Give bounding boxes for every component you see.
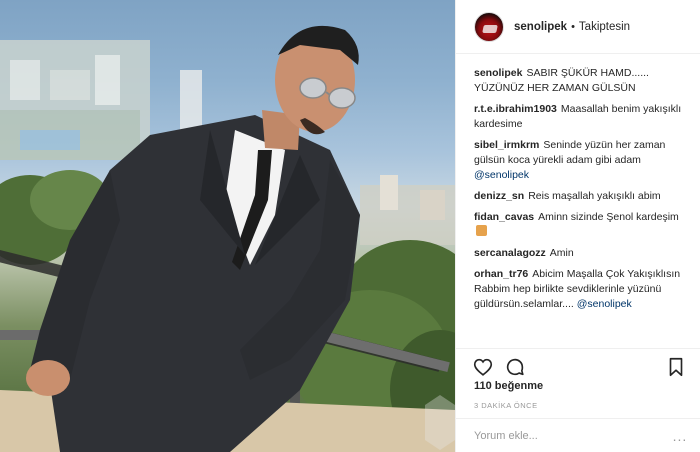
post-header: senolipek • Takiptesin [456, 0, 700, 54]
list-item: fidan_cavas Aminn sizinde Şenol kardeşim [474, 210, 688, 240]
heart-icon[interactable] [472, 356, 494, 378]
avatar[interactable] [474, 11, 504, 42]
comment-mention[interactable]: @senolipek [577, 298, 632, 310]
comment-username[interactable]: denizz_sn [474, 190, 524, 202]
like-count[interactable]: 110 beğenme [474, 380, 543, 392]
comments-list[interactable]: senolipek SABIR ŞÜKÜR HAMD...... YÜZÜNÜZ … [456, 54, 700, 342]
more-options-icon[interactable]: ... [671, 428, 689, 444]
list-item: denizz_sn Reis maşallah yakışıklı abim [474, 189, 688, 204]
post-photo[interactable] [0, 0, 455, 452]
comment-bubble-icon[interactable] [504, 356, 526, 378]
post-timestamp: 3 DAKİKA ÖNCE [474, 401, 538, 410]
post-sidebar: senolipek • Takiptesin senolipek SABIR ŞÜ… [455, 0, 700, 452]
comment-username[interactable]: orhan_tr76 [474, 268, 528, 280]
separator-dot: • [571, 20, 575, 33]
caption-username[interactable]: senolipek [474, 67, 522, 79]
comment-text: Reis maşallah yakışıklı abim [528, 190, 661, 202]
comment-mention[interactable]: @senolipek [474, 169, 529, 181]
action-bar [456, 348, 700, 384]
comment-text: Aminn sizinde Şenol kardeşim [538, 211, 679, 223]
comment-username[interactable]: r.t.e.ibrahim1903 [474, 103, 557, 115]
post-photo-illustration [0, 25, 455, 452]
praying-hands-icon [476, 225, 487, 236]
comment-username[interactable]: sercanalagozz [474, 247, 546, 259]
list-item: orhan_tr76 Abicim Maşalla Çok Yakışıklısı… [474, 267, 688, 312]
add-comment-bar: ... [456, 418, 700, 452]
comment-input[interactable] [474, 429, 671, 442]
list-item: r.t.e.ibrahim1903 Maasallah benim yakışık… [474, 102, 688, 132]
follow-status[interactable]: Takiptesin [579, 21, 630, 33]
list-item: sercanalagozz Amin [474, 246, 688, 261]
comment-username[interactable]: sibel_irmkrm [474, 139, 539, 151]
comment-username[interactable]: fidan_cavas [474, 211, 534, 223]
caption: senolipek SABIR ŞÜKÜR HAMD...... YÜZÜNÜZ … [474, 66, 688, 96]
comment-text: Amin [549, 247, 574, 259]
list-item: sibel_irmkrm Seninde yüzün her zaman güls… [474, 138, 688, 183]
bookmark-icon[interactable] [665, 356, 687, 378]
header-username[interactable]: senolipek [514, 21, 567, 33]
